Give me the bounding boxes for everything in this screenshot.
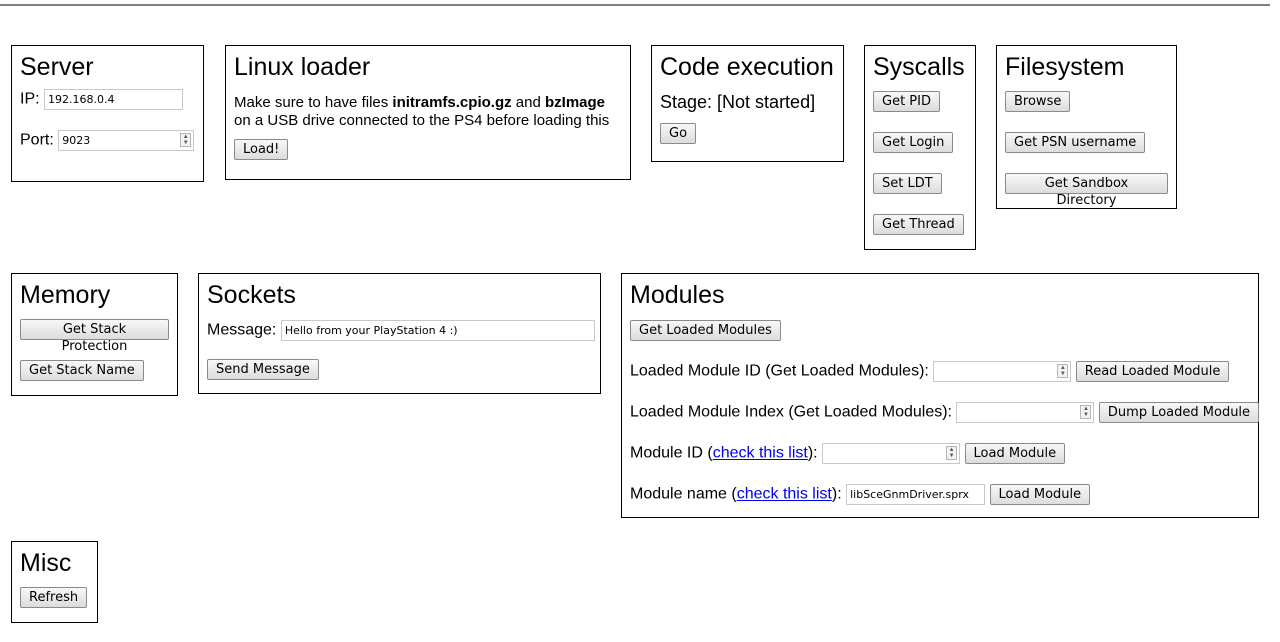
- get-thread-button[interactable]: Get Thread: [873, 214, 964, 235]
- port-label: Port:: [20, 131, 54, 149]
- loaded-module-id-spinner-icon[interactable]: ▲ ▼: [1057, 364, 1069, 378]
- module-id-input[interactable]: [822, 443, 961, 464]
- loaded-module-id-label: Loaded Module ID (Get Loaded Modules):: [630, 362, 929, 380]
- load-module-by-id-button[interactable]: Load Module: [964, 443, 1066, 464]
- server-panel: Server IP: Port: ▲▼: [11, 45, 204, 182]
- filesystem-panel: Filesystem Browse Get PSN username Get S…: [996, 45, 1177, 209]
- port-spinner-icon[interactable]: ▲ ▼: [180, 133, 192, 147]
- sockets-title: Sockets: [207, 281, 296, 309]
- browse-button[interactable]: Browse: [1005, 91, 1071, 112]
- syscalls-title: Syscalls: [873, 53, 965, 81]
- loaded-module-index-spinner-icon[interactable]: ▲ ▼: [1080, 405, 1092, 419]
- read-loaded-module-button[interactable]: Read Loaded Module: [1075, 361, 1230, 382]
- sockets-panel: Sockets Message: Send Message: [198, 273, 601, 394]
- get-login-button[interactable]: Get Login: [873, 132, 954, 153]
- filesystem-title: Filesystem: [1005, 53, 1125, 81]
- loaded-module-index-stepper[interactable]: ▲ ▼: [956, 402, 1095, 423]
- ip-input[interactable]: [44, 89, 184, 110]
- modules-panel: Modules Get Loaded Modules Loaded Module…: [621, 273, 1260, 518]
- linux-loader-instructions: Make sure to have files initramfs.cpio.g…: [234, 94, 610, 129]
- module-id-label: Module ID (check this list):: [630, 444, 818, 462]
- initramfs-filename: initramfs.cpio.gz: [392, 94, 512, 111]
- misc-title: Misc: [20, 549, 72, 577]
- load-module-by-name-button[interactable]: Load Module: [989, 484, 1091, 505]
- memory-panel: Memory Get Stack Protection Get Stack Na…: [11, 273, 178, 396]
- port-stepper[interactable]: ▲▼: [58, 130, 195, 151]
- get-psn-username-button[interactable]: Get PSN username: [1005, 132, 1146, 153]
- server-title: Server: [20, 53, 94, 81]
- code-execution-panel: Code execution Stage: [Not started] Go: [651, 45, 844, 162]
- top-divider: [0, 4, 1270, 6]
- syscalls-panel: Syscalls Get PID Get Login Set LDT Get T…: [864, 45, 976, 250]
- linux-load-button[interactable]: Load!: [234, 139, 289, 160]
- dump-loaded-module-button[interactable]: Dump Loaded Module: [1098, 402, 1260, 423]
- loaded-module-id-input[interactable]: [933, 361, 1072, 382]
- code-execution-title: Code execution: [660, 53, 834, 81]
- go-button[interactable]: Go: [660, 123, 697, 144]
- port-input[interactable]: [58, 130, 195, 151]
- linux-loader-title: Linux loader: [234, 53, 371, 81]
- module-id-list-link[interactable]: check this list: [713, 445, 808, 462]
- module-id-stepper[interactable]: ▲ ▼: [822, 443, 961, 464]
- message-input[interactable]: [280, 320, 595, 341]
- set-ldt-button[interactable]: Set LDT: [873, 173, 942, 194]
- memory-title: Memory: [20, 281, 111, 309]
- ip-label: IP:: [20, 90, 40, 108]
- module-name-list-link[interactable]: check this list: [737, 486, 832, 503]
- loaded-module-index-input[interactable]: [956, 402, 1095, 423]
- get-stack-name-button[interactable]: Get Stack Name: [20, 360, 144, 381]
- misc-panel: Misc Refresh: [11, 541, 98, 623]
- message-label: Message:: [207, 321, 277, 339]
- module-name-label: Module name (check this list):: [630, 485, 842, 503]
- send-message-button[interactable]: Send Message: [207, 359, 319, 380]
- module-id-spinner-icon[interactable]: ▲ ▼: [946, 446, 958, 460]
- stage-status: Stage: [Not started]: [660, 92, 816, 112]
- get-loaded-modules-button[interactable]: Get Loaded Modules: [630, 320, 781, 341]
- loaded-module-id-stepper[interactable]: ▲ ▼: [933, 361, 1072, 382]
- modules-title: Modules: [630, 281, 725, 309]
- bzimage-filename: bzImage: [544, 94, 605, 111]
- get-sandbox-directory-button[interactable]: Get Sandbox Directory: [1005, 173, 1168, 208]
- get-stack-protection-button[interactable]: Get Stack Protection: [20, 319, 169, 354]
- linux-loader-panel: Linux loader Make sure to have files ini…: [225, 45, 631, 180]
- module-name-input[interactable]: [846, 484, 986, 505]
- get-pid-button[interactable]: Get PID: [873, 91, 940, 112]
- refresh-button[interactable]: Refresh: [20, 587, 88, 608]
- loaded-module-index-label: Loaded Module Index (Get Loaded Modules)…: [630, 403, 952, 421]
